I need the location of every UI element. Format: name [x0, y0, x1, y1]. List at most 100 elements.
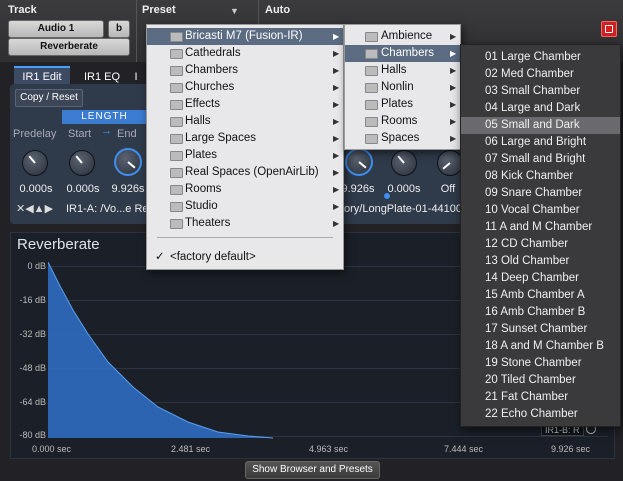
- preset-item-label: 21 Fat Chamber: [485, 391, 569, 403]
- track-suffix-button[interactable]: b: [108, 20, 130, 38]
- menu-item-label: Plates: [185, 149, 217, 161]
- folder-icon: [170, 151, 183, 161]
- menu-item[interactable]: Rooms ▶: [147, 181, 343, 198]
- chevron-right-icon: ▶: [450, 134, 457, 143]
- preset-item[interactable]: 08 Kick Chamber: [461, 168, 620, 185]
- menu-item[interactable]: Real Spaces (OpenAirLib) ▶: [147, 164, 343, 181]
- folder-icon: [365, 49, 378, 59]
- preset-item[interactable]: 03 Small Chamber: [461, 83, 620, 100]
- preset-item[interactable]: 19 Stone Chamber: [461, 355, 620, 372]
- chevron-right-icon: ▶: [450, 32, 457, 41]
- preset-item[interactable]: 22 Echo Chamber: [461, 406, 620, 423]
- preset-item[interactable]: 11 A and M Chamber: [461, 219, 620, 236]
- copy-reset-button[interactable]: Copy / Reset: [15, 89, 83, 107]
- preset-item-label: 07 Small and Bright: [485, 153, 586, 165]
- menu-item[interactable]: Churches ▶: [147, 79, 343, 96]
- close-plugin-icon[interactable]: [601, 21, 617, 37]
- menu-item[interactable]: Cathedrals ▶: [147, 45, 343, 62]
- preset-item[interactable]: 20 Tiled Chamber: [461, 372, 620, 389]
- folder-icon: [365, 83, 378, 93]
- preset-item[interactable]: 09 Snare Chamber: [461, 185, 620, 202]
- preset-item-label: 19 Stone Chamber: [485, 357, 582, 369]
- preset-item[interactable]: 12 CD Chamber: [461, 236, 620, 253]
- preset-item-label: 15 Amb Chamber A: [485, 289, 585, 301]
- start-knob[interactable]: [69, 150, 95, 176]
- menu-item[interactable]: Nonlin ▶: [345, 79, 460, 96]
- y-axis-label: -32 dB: [19, 329, 46, 339]
- folder-icon: [170, 117, 183, 127]
- menu-item-label: Cathedrals: [185, 47, 241, 59]
- preset-item[interactable]: 05 Small and Dark: [461, 117, 620, 134]
- menu-item-label: Halls: [185, 115, 211, 127]
- preset-item[interactable]: 02 Med Chamber: [461, 66, 620, 83]
- preset-item[interactable]: 06 Large and Bright: [461, 134, 620, 151]
- preset-item[interactable]: 16 Amb Chamber B: [461, 304, 620, 321]
- folder-icon: [365, 66, 378, 76]
- preset-item-label: 06 Large and Bright: [485, 136, 587, 148]
- menu-item-label: Real Spaces (OpenAirLib): [185, 166, 319, 178]
- menu-item[interactable]: Large Spaces ▶: [147, 130, 343, 147]
- folder-icon: [170, 100, 183, 110]
- chevron-right-icon: ▶: [450, 49, 457, 58]
- menu-item[interactable]: Halls ▶: [147, 113, 343, 130]
- menu-item-label: Spaces: [381, 132, 420, 144]
- right-start-knob[interactable]: [391, 150, 417, 176]
- right-end-knob[interactable]: [345, 148, 373, 176]
- menu-item[interactable]: Theaters ▶: [147, 215, 343, 232]
- menu-item[interactable]: Studio ▶: [147, 198, 343, 215]
- preset-dropdown-arrow-icon[interactable]: ▼: [230, 6, 239, 16]
- end-knob[interactable]: [114, 148, 142, 176]
- preset-item[interactable]: 21 Fat Chamber: [461, 389, 620, 406]
- menu-item[interactable]: Plates ▶: [147, 147, 343, 164]
- folder-icon: [170, 49, 183, 59]
- menu-item[interactable]: Ambience ▶: [345, 28, 460, 45]
- folder-icon: [170, 185, 183, 195]
- menu-item[interactable]: Spaces ▶: [345, 130, 460, 147]
- preset-item[interactable]: 13 Old Chamber: [461, 253, 620, 270]
- menu-item-label: Nonlin: [381, 81, 414, 93]
- preset-item-label: 16 Amb Chamber B: [485, 306, 586, 318]
- factory-default-label: <factory default>: [170, 251, 256, 263]
- mini-slider-handle[interactable]: [384, 193, 390, 199]
- bricasti-submenu: Ambience ▶ Chambers ▶ Halls ▶ Nonlin ▶ Plates ▶ Ro…: [344, 24, 461, 150]
- preset-item[interactable]: 15 Amb Chamber A: [461, 287, 620, 304]
- menu-item-label: Effects: [185, 98, 220, 110]
- menu-item[interactable]: Effects ▶: [147, 96, 343, 113]
- ir-transport-icons[interactable]: ✕◀▲▶: [16, 202, 53, 215]
- preset-item[interactable]: 14 Deep Chamber: [461, 270, 620, 287]
- preset-item[interactable]: 10 Vocal Chamber: [461, 202, 620, 219]
- folder-icon: [170, 219, 183, 229]
- tab-ir1-eq[interactable]: IR1 EQ: [76, 68, 128, 84]
- tab-ir1-edit[interactable]: IR1 Edit: [14, 66, 70, 86]
- show-browser-presets-button[interactable]: Show Browser and Presets: [245, 461, 380, 479]
- end-value: 9.926s: [111, 183, 145, 195]
- ir-right-path: ory/LongPlate-01-44100: [344, 203, 463, 215]
- menu-item[interactable]: Plates ▶: [345, 96, 460, 113]
- preset-item[interactable]: 07 Small and Bright: [461, 151, 620, 168]
- menu-item-label: Plates: [381, 98, 413, 110]
- preset-item-label: 22 Echo Chamber: [485, 408, 578, 420]
- predelay-knob[interactable]: [22, 150, 48, 176]
- preset-item[interactable]: 01 Large Chamber: [461, 49, 620, 66]
- preset-item[interactable]: 18 A and M Chamber B: [461, 338, 620, 355]
- start-label: Start: [68, 128, 92, 140]
- factory-default-item[interactable]: ✓ <factory default>: [147, 249, 343, 266]
- menu-item[interactable]: Bricasti M7 (Fusion-IR) ▶: [147, 28, 343, 45]
- menu-item[interactable]: Rooms ▶: [345, 113, 460, 130]
- menu-item-label: Theaters: [185, 217, 231, 229]
- insert-name-button[interactable]: Reverberate: [8, 38, 130, 56]
- menu-separator: [157, 237, 333, 238]
- menu-item[interactable]: Chambers ▶: [147, 62, 343, 79]
- menu-item[interactable]: Chambers ▶: [345, 45, 460, 62]
- x-axis-label: 4.963 sec: [309, 444, 349, 454]
- preset-item[interactable]: 17 Sunset Chamber: [461, 321, 620, 338]
- menu-item-label: Chambers: [381, 47, 435, 59]
- track-label: Track: [8, 4, 37, 16]
- track-name-button[interactable]: Audio 1: [8, 20, 104, 38]
- chevron-right-icon: ▶: [333, 185, 340, 194]
- preset-item[interactable]: 04 Large and Dark: [461, 100, 620, 117]
- menu-item[interactable]: Halls ▶: [345, 62, 460, 79]
- tab-partial[interactable]: I: [130, 68, 142, 84]
- preset-item-label: 04 Large and Dark: [485, 102, 581, 114]
- x-axis-label: 9.926 sec: [551, 444, 591, 454]
